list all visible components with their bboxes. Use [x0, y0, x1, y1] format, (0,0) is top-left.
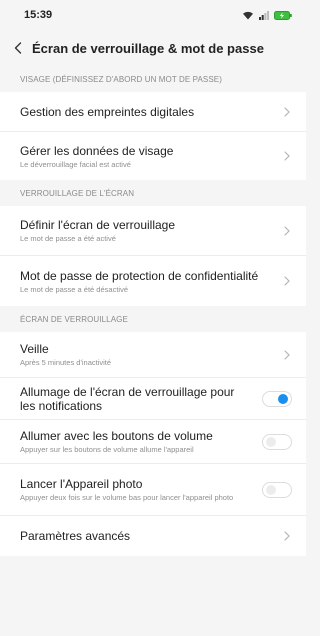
row-subtitle: Le mot de passe a été activé [20, 234, 116, 243]
chevron-right-icon [282, 150, 292, 162]
row-subtitle: Après 5 minutes d'inactivité [20, 358, 112, 367]
wifi-icon [243, 11, 253, 20]
app-header: Écran de verrouillage & mot de passe [0, 30, 306, 66]
status-icons [242, 10, 292, 20]
row-title: Mot de passe de protection de confidenti… [20, 268, 259, 283]
row-title: Gestion des empreintes digitales [20, 104, 195, 119]
battery-icon [274, 10, 292, 20]
back-arrow-icon [14, 42, 22, 54]
back-button[interactable] [10, 39, 26, 57]
chevron-right-icon [282, 225, 292, 237]
section-header-lockscreen: ÉCRAN DE VERROUILLAGE [20, 314, 128, 324]
camera-launch-item[interactable]: Lancer l'Appareil photo Appuyer deux foi… [0, 464, 306, 516]
chevron-right-icon [282, 275, 292, 287]
volume-wake-toggle[interactable] [262, 433, 292, 450]
row-title: Gérer les données de visage [20, 143, 174, 158]
status-bar: 15:39 [0, 0, 306, 30]
row-title: Paramètres avancés [20, 529, 131, 543]
row-title: Veille [20, 342, 49, 356]
chevron-right-icon [282, 349, 292, 361]
row-title: Lancer l'Appareil photo [20, 477, 143, 491]
section-header-lock: VERROUILLAGE DE L'ÉCRAN [20, 188, 135, 198]
row-title: Définir l'écran de verrouillage [20, 218, 176, 232]
sleep-item[interactable]: Veille Après 5 minutes d'inactivité [0, 332, 306, 378]
row-title: Allumage de l'écran de verrouillage pour… [20, 384, 235, 413]
row-subtitle: Le déverrouillage facial est activé [20, 159, 131, 169]
row-subtitle: Appuyer deux fois sur le volume bas pour… [20, 493, 234, 502]
volume-wake-item[interactable]: Allumer avec les boutons de volume Appuy… [0, 420, 306, 464]
face-data-item[interactable]: Gérer les données de visage Le déverroui… [0, 132, 306, 180]
signal-icon [259, 10, 269, 20]
section-header-face: VISAGE (DÉFINISSEZ D'ABORD UN MOT DE PAS… [20, 74, 223, 84]
set-lock-screen-item[interactable]: Définir l'écran de verrouillage Le mot d… [0, 206, 306, 256]
fingerprint-management-item[interactable]: Gestion des empreintes digitales [0, 92, 306, 132]
row-subtitle: Le mot de passe a été désactivé [20, 284, 128, 294]
settings-group-lockscreen: Veille Après 5 minutes d'inactivité Allu… [0, 332, 306, 556]
page-title: Écran de verrouillage & mot de passe [32, 40, 264, 56]
row-title: Allumer avec les boutons de volume [20, 429, 213, 443]
notification-wake-item[interactable]: Allumage de l'écran de verrouillage pour… [0, 378, 306, 420]
row-subtitle: Appuyer sur les boutons de volume allume… [20, 445, 194, 454]
notification-wake-toggle[interactable] [262, 390, 292, 407]
settings-group-face: Gestion des empreintes digitales Gérer l… [0, 92, 306, 180]
settings-group-lock: Définir l'écran de verrouillage Le mot d… [0, 206, 306, 306]
privacy-password-item[interactable]: Mot de passe de protection de confidenti… [0, 256, 306, 306]
camera-launch-toggle[interactable] [262, 481, 292, 498]
advanced-settings-item[interactable]: Paramètres avancés [0, 516, 306, 556]
chevron-right-icon [282, 530, 292, 542]
status-time: 15:39 [24, 9, 53, 21]
chevron-right-icon [282, 106, 292, 118]
